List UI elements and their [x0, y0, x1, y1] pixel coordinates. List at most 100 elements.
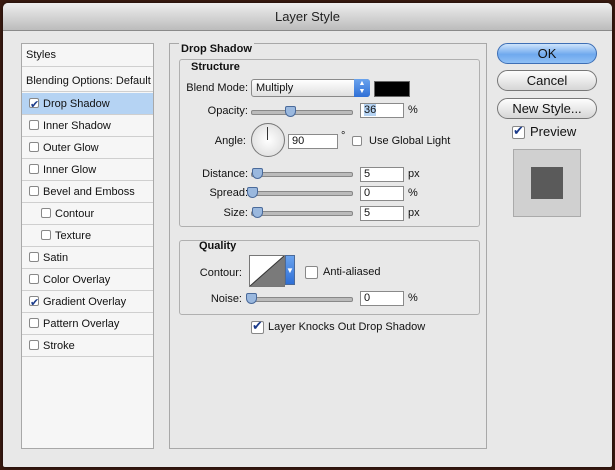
distance-label: Distance: — [202, 168, 248, 180]
size-value: 5 — [364, 207, 371, 219]
use-global-light-checkbox[interactable] — [352, 136, 362, 146]
size-slider-thumb[interactable] — [252, 207, 263, 218]
angle-needle — [267, 127, 268, 140]
drop-shadow-title: Drop Shadow — [179, 43, 254, 55]
window-title: Layer Style — [3, 3, 612, 31]
style-item-checkbox[interactable] — [29, 164, 39, 174]
quality-group: Quality Contour: ▼ Anti-aliased Noise: 0… — [179, 240, 480, 315]
style-item-color-overlay[interactable]: Color Overlay — [22, 269, 153, 291]
spread-input[interactable]: 0 — [360, 186, 404, 201]
size-slider[interactable] — [251, 211, 353, 216]
structure-title: Structure — [191, 61, 240, 73]
style-item-inner-glow[interactable]: Inner Glow — [22, 159, 153, 181]
distance-slider[interactable] — [251, 172, 353, 177]
noise-slider-thumb[interactable] — [246, 293, 257, 304]
select-arrows-icon: ▲ ▼ — [354, 79, 370, 97]
style-item-label: Inner Shadow — [43, 120, 111, 132]
style-item-checkbox[interactable] — [29, 292, 39, 314]
noise-label: Noise: — [210, 293, 242, 305]
style-item-label: Stroke — [43, 340, 75, 352]
size-label: Size: — [223, 207, 248, 219]
opacity-value: 36 — [364, 104, 377, 116]
opacity-input[interactable]: 36 — [360, 103, 404, 118]
angle-input[interactable]: 90 — [288, 134, 338, 149]
spread-label: Spread: — [209, 187, 248, 199]
style-item-gradient-overlay[interactable]: Gradient Overlay — [22, 291, 153, 314]
blend-mode-select[interactable]: Multiply ▲ ▼ — [251, 79, 370, 97]
style-item-label: Outer Glow — [43, 142, 99, 154]
style-item-label: Inner Glow — [43, 164, 97, 176]
anti-aliased-label: Anti-aliased — [323, 266, 381, 278]
anti-aliased-checkbox[interactable] — [305, 266, 318, 279]
preview-label: Preview — [530, 124, 577, 139]
style-item-checkbox[interactable] — [29, 94, 39, 116]
style-item-drop-shadow[interactable]: Drop Shadow — [22, 93, 153, 116]
style-item-label: Satin — [43, 252, 69, 264]
contour-dropdown[interactable]: ▼ — [285, 255, 295, 285]
style-item-texture[interactable]: Texture — [22, 225, 153, 247]
cancel-button[interactable]: Cancel — [497, 70, 597, 91]
style-item-label: Contour — [55, 208, 95, 220]
style-item-contour[interactable]: Contour — [22, 203, 153, 225]
noise-slider[interactable] — [247, 297, 353, 302]
chevron-down-icon: ▼ — [286, 266, 294, 275]
distance-input[interactable]: 5 — [360, 167, 404, 182]
style-item-stroke[interactable]: Stroke — [22, 335, 153, 357]
style-item-label: Color Overlay — [43, 274, 111, 286]
style-item-satin[interactable]: Satin — [22, 247, 153, 269]
contour-curve-icon — [250, 256, 284, 286]
style-item-outer-glow[interactable]: Outer Glow — [22, 137, 153, 159]
layer-knocks-out-checkbox[interactable] — [251, 318, 264, 334]
style-item-label: Pattern Overlay — [43, 318, 120, 330]
style-item-checkbox[interactable] — [29, 318, 39, 328]
style-item-checkbox[interactable] — [41, 230, 51, 240]
contour-label: Contour: — [199, 267, 242, 279]
style-item-pattern-overlay[interactable]: Pattern Overlay — [22, 313, 153, 335]
structure-group: Structure Blend Mode: Multiply ▲ ▼ Opacit… — [179, 59, 480, 227]
new-style-button[interactable]: New Style... — [497, 98, 597, 119]
blend-mode-value: Multiply — [256, 82, 294, 94]
drop-shadow-panel: Drop Shadow Structure Blend Mode: Multip… — [169, 43, 487, 449]
distance-value: 5 — [364, 168, 371, 180]
style-item-checkbox[interactable] — [29, 120, 39, 130]
style-item-label: Gradient Overlay — [43, 296, 127, 308]
use-global-light-label: Use Global Light — [369, 135, 451, 147]
opacity-slider-thumb[interactable] — [285, 106, 296, 117]
size-input[interactable]: 5 — [360, 206, 404, 221]
style-item-checkbox[interactable] — [29, 186, 39, 196]
opacity-label: Opacity: — [207, 105, 248, 117]
spread-slider-thumb[interactable] — [247, 187, 258, 198]
layer-style-dialog: Layer Style Styles Blending Options: Def… — [3, 3, 612, 467]
blend-mode-label: Blend Mode: — [186, 82, 248, 94]
styles-header[interactable]: Styles — [22, 44, 153, 67]
style-item-label: Texture — [55, 230, 92, 242]
distance-slider-thumb[interactable] — [252, 168, 263, 179]
style-item-checkbox[interactable] — [29, 340, 39, 350]
preview-checkbox[interactable] — [512, 123, 525, 139]
spread-slider[interactable] — [251, 191, 353, 196]
style-item-inner-shadow[interactable]: Inner Shadow — [22, 115, 153, 137]
contour-preview[interactable] — [249, 255, 285, 287]
opacity-slider[interactable] — [251, 110, 353, 115]
layer-knocks-out-label: Layer Knocks Out Drop Shadow — [268, 321, 426, 333]
ok-button[interactable]: OK — [497, 43, 597, 64]
opacity-unit: % — [408, 104, 418, 116]
angle-unit: ° — [341, 130, 346, 142]
styles-header-label: Styles — [26, 49, 56, 61]
style-item-label: Drop Shadow — [43, 98, 110, 110]
style-item-bevel-and-emboss[interactable]: Bevel and Emboss — [22, 181, 153, 203]
spread-unit: % — [408, 187, 418, 199]
preview-square — [531, 167, 563, 199]
shadow-color-swatch[interactable] — [374, 81, 410, 97]
angle-dial[interactable] — [251, 123, 285, 157]
blending-options[interactable]: Blending Options: Default — [22, 70, 153, 92]
blending-options-label: Blending Options: Default — [26, 75, 151, 87]
style-item-checkbox[interactable] — [29, 274, 39, 284]
style-item-checkbox[interactable] — [29, 252, 39, 262]
noise-unit: % — [408, 292, 418, 304]
style-item-checkbox[interactable] — [29, 142, 39, 152]
style-item-checkbox[interactable] — [41, 208, 51, 218]
angle-label: Angle: — [214, 135, 246, 147]
noise-input[interactable]: 0 — [360, 291, 404, 306]
style-preview — [513, 149, 581, 217]
